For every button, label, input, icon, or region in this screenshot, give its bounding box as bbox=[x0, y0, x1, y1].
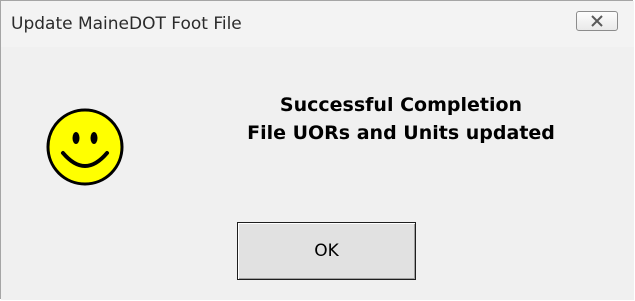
dialog-content: Successful Completion File UORs and Unit… bbox=[1, 47, 634, 300]
close-icon bbox=[590, 15, 604, 27]
message-text: Successful Completion File UORs and Unit… bbox=[191, 91, 611, 147]
title-bar[interactable]: Update MaineDOT Foot File bbox=[1, 1, 634, 47]
ok-button-label: OK bbox=[314, 241, 339, 261]
message-line-2: File UORs and Units updated bbox=[247, 122, 555, 144]
ok-button[interactable]: OK bbox=[237, 222, 416, 280]
message-line-1: Successful Completion bbox=[279, 94, 523, 116]
smiley-face-icon bbox=[45, 107, 125, 187]
close-button[interactable] bbox=[576, 11, 618, 31]
dialog-window: Update MaineDOT Foot File Successful Com… bbox=[0, 0, 634, 300]
window-title: Update MaineDOT Foot File bbox=[11, 14, 242, 34]
